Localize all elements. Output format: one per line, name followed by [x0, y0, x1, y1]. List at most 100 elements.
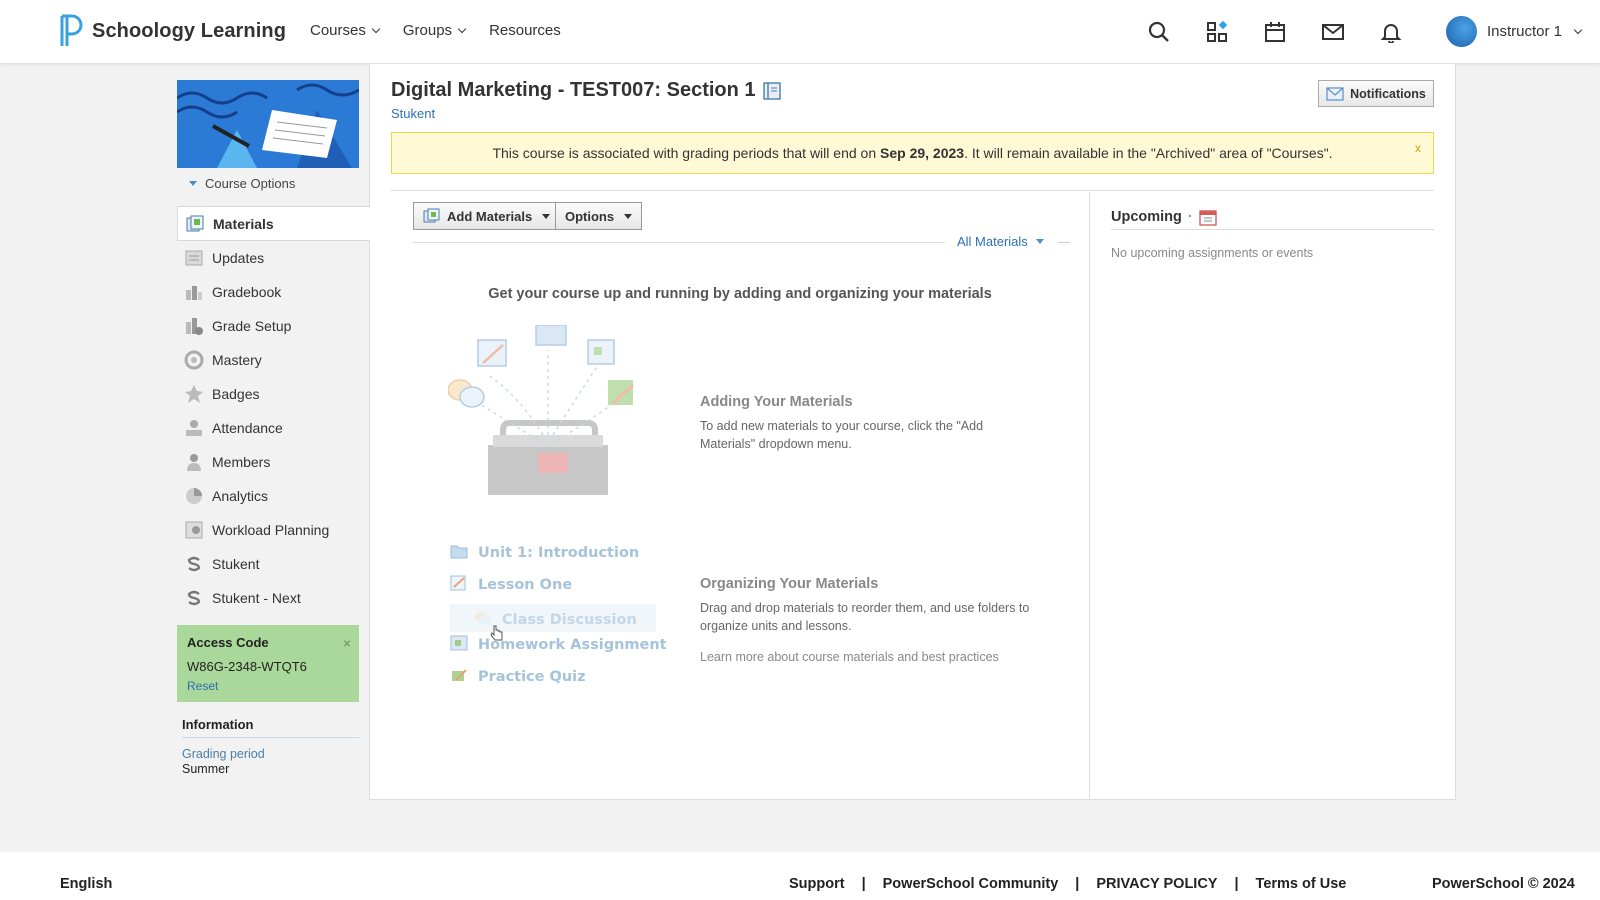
sidebar-item-stukent[interactable]: Stukent: [177, 547, 370, 581]
brand[interactable]: Schoology Learning: [58, 14, 286, 48]
information-heading: Information: [182, 717, 359, 738]
user-menu[interactable]: Instructor 1: [1446, 16, 1583, 47]
column-divider: [1089, 192, 1090, 800]
header-tools: [1130, 18, 1420, 46]
grade-setup-icon: [184, 316, 204, 336]
sidebar-item-updates[interactable]: Updates: [177, 241, 370, 275]
nav-groups[interactable]: Groups: [402, 22, 467, 39]
options-label: Options: [565, 208, 615, 224]
grading-period-value: Summer: [182, 762, 230, 776]
assignment-icon: [450, 575, 468, 595]
schoology-logo-icon: [60, 14, 83, 46]
homework-icon: [450, 635, 468, 655]
calendar-icon[interactable]: [1199, 208, 1217, 226]
sidebar-item-materials[interactable]: Materials: [177, 206, 370, 241]
bell-icon: [1380, 24, 1402, 43]
demo-material-item: Lesson One: [450, 575, 572, 595]
sidebar-item-grade-setup[interactable]: Grade Setup: [177, 309, 370, 343]
sidebar-item-label: Workload Planning: [212, 522, 330, 538]
banner-text-post: . It will remain available in the "Archi…: [964, 145, 1333, 161]
calendar-button[interactable]: [1246, 18, 1304, 46]
grading-period-link[interactable]: Grading period: [182, 747, 265, 761]
chevron-down-icon: [457, 24, 467, 34]
main-nav: Courses Groups Resources: [310, 22, 585, 39]
footer-link-privacy[interactable]: PRIVACY POLICY: [1096, 876, 1217, 892]
sidebar-item-label: Members: [212, 454, 271, 470]
notifications-button[interactable]: Notifications: [1318, 80, 1434, 107]
sidebar-item-label: Attendance: [212, 420, 283, 436]
course-section-link[interactable]: Stukent: [391, 106, 435, 121]
divider: [413, 242, 945, 243]
footer-separator: |: [1234, 876, 1239, 892]
notifications-bell-button[interactable]: [1362, 18, 1420, 46]
sidebar-item-mastery[interactable]: Mastery: [177, 343, 370, 377]
sidebar-item-workload-planning[interactable]: Workload Planning: [177, 513, 370, 547]
page-title: Digital Marketing - TEST007: Section 1: [391, 79, 782, 102]
caret-down-icon: [1035, 239, 1044, 244]
access-code-value: W86G-2348-WTQT6: [187, 659, 307, 674]
search-icon: [1148, 21, 1169, 42]
nav-groups-label: Groups: [402, 22, 453, 39]
course-book-icon[interactable]: [762, 81, 782, 101]
upcoming-empty-text: No upcoming assignments or events: [1111, 246, 1314, 260]
sidebar-item-stukent-next[interactable]: Stukent - Next: [177, 581, 370, 615]
apps-button[interactable]: [1188, 18, 1246, 46]
notifications-button-label: Notifications: [1350, 86, 1426, 101]
divider: [1058, 242, 1070, 243]
banner-date: Sep 29, 2023: [880, 145, 965, 161]
course-sidebar: Course Options Materials Updates Gradebook…: [177, 64, 370, 800]
quiz-icon: [450, 667, 468, 687]
mastery-icon: [184, 350, 204, 370]
workload-icon: [184, 520, 204, 540]
sidebar-item-label: Materials: [213, 215, 274, 232]
all-materials-filter[interactable]: All Materials: [957, 234, 1044, 249]
sidebar-item-badges[interactable]: Badges: [177, 377, 370, 411]
add-materials-label: Add Materials: [447, 208, 533, 224]
analytics-icon: [184, 486, 204, 506]
footer-link-community[interactable]: PowerSchool Community: [883, 876, 1059, 892]
chevron-down-icon: [1573, 25, 1583, 35]
footer-links: Support | PowerSchool Community | PRIVAC…: [789, 876, 1346, 892]
course-picture: [177, 80, 359, 168]
course-profile-image: [177, 80, 359, 168]
sidebar-item-label: Updates: [212, 250, 265, 266]
organizing-materials-text: Drag and drop materials to reorder them,…: [700, 601, 1030, 633]
demo-material-label: Unit 1: Introduction: [478, 545, 640, 561]
user-name: Instructor 1: [1487, 23, 1563, 40]
brand-name: Schoology Learning: [92, 19, 287, 42]
demo-material-item: Homework Assignment: [450, 635, 667, 655]
sidebar-item-analytics[interactable]: Analytics: [177, 479, 370, 513]
footer-link-support[interactable]: Support: [789, 876, 845, 892]
add-materials-button[interactable]: Add Materials: [413, 202, 561, 230]
sidebar-item-attendance[interactable]: Attendance: [177, 411, 370, 445]
messages-button[interactable]: [1304, 18, 1362, 46]
course-options-label: Course Options: [205, 176, 296, 191]
demo-material-label: Homework Assignment: [478, 637, 667, 653]
language-selector[interactable]: English: [60, 876, 112, 892]
nav-resources[interactable]: Resources: [489, 22, 561, 39]
nav-courses[interactable]: Courses: [310, 22, 381, 39]
close-icon[interactable]: x: [1415, 141, 1421, 155]
adding-materials-text: To add new materials to your course, cli…: [700, 419, 984, 451]
sidebar-item-gradebook[interactable]: Gradebook: [177, 275, 370, 309]
footer: English Support | PowerSchool Community …: [0, 852, 1600, 900]
footer-link-terms[interactable]: Terms of Use: [1256, 876, 1347, 892]
footer-separator: |: [1075, 876, 1080, 892]
close-icon[interactable]: ×: [343, 635, 351, 651]
search-button[interactable]: [1130, 18, 1188, 46]
learn-more-link[interactable]: Learn more about course materials and be…: [700, 650, 999, 664]
caret-down-icon: [189, 181, 197, 186]
empty-state-headline: Get your course up and running by adding…: [488, 286, 992, 302]
sidebar-item-label: Stukent - Next: [212, 590, 301, 606]
upcoming-separator: ·: [1187, 209, 1193, 225]
organizing-materials-heading: Organizing Your Materials: [700, 576, 879, 592]
materials-icon: [185, 214, 205, 234]
course-options-toggle[interactable]: Course Options: [189, 176, 295, 191]
upcoming-heading: Upcoming ·: [1111, 208, 1217, 226]
upcoming-title-text: Upcoming: [1111, 209, 1182, 225]
sidebar-item-members[interactable]: Members: [177, 445, 370, 479]
access-code-reset-link[interactable]: Reset: [187, 679, 218, 693]
archive-notice-banner: This course is associated with grading p…: [391, 132, 1434, 174]
access-code-title: Access Code: [187, 635, 269, 650]
options-button[interactable]: Options: [555, 202, 643, 230]
